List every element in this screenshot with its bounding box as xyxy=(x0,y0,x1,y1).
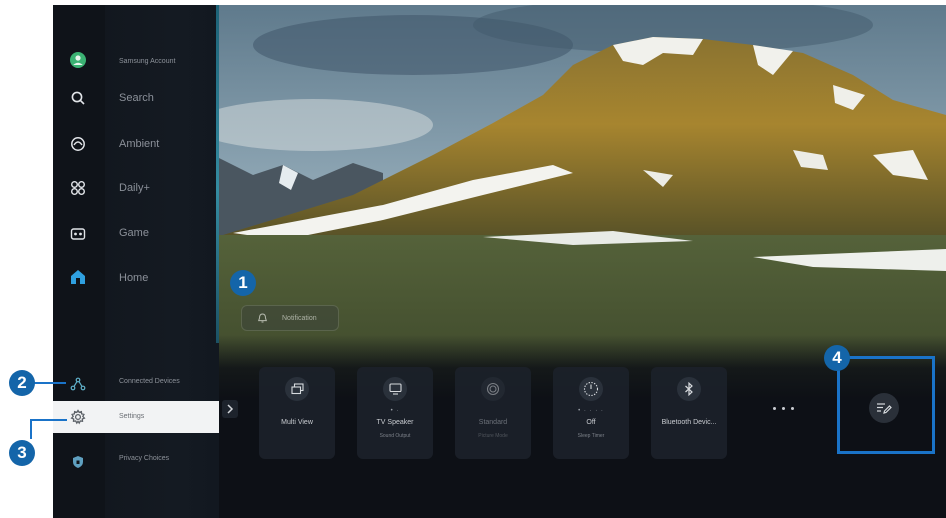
sleep-timer-sub: Sleep Timer xyxy=(577,433,605,439)
notification-button[interactable]: Notification xyxy=(241,305,339,331)
quick-setting-multi-view[interactable]: Multi View xyxy=(259,367,335,459)
chevron-right-icon xyxy=(227,404,234,414)
bluetooth-icon xyxy=(677,377,701,401)
callout-3-leader xyxy=(30,419,67,421)
sidebar-item-search[interactable]: Search xyxy=(119,92,154,104)
sidebar-item-samsung-account[interactable]: Samsung Account xyxy=(119,58,175,65)
callout-1: 1 xyxy=(230,270,256,296)
quick-setting-sleep-timer[interactable]: • · · · · Off Sleep Timer xyxy=(553,367,629,459)
home-icon[interactable] xyxy=(67,266,89,288)
sound-output-sub: Sound Output xyxy=(379,433,411,439)
sidebar-item-game[interactable]: Game xyxy=(119,227,149,239)
tv-screen: Samsung Account Search Ambient Daily+ Ga… xyxy=(53,5,946,518)
settings-gear-icon xyxy=(67,406,89,428)
callout-3: 3 xyxy=(9,440,35,466)
picture-mode-icon xyxy=(481,377,505,401)
sidebar-item-daily-plus[interactable]: Daily+ xyxy=(119,182,150,194)
daily-plus-icon[interactable] xyxy=(67,177,89,199)
sidebar-item-settings-label: Settings xyxy=(119,413,145,420)
sleep-timer-dots: • · · · · xyxy=(578,408,604,414)
picture-mode-label: Standard xyxy=(478,419,508,426)
sidebar: Samsung Account Search Ambient Daily+ Ga… xyxy=(53,5,219,518)
more-options-button[interactable] xyxy=(765,400,801,416)
multi-view-dots xyxy=(259,408,335,414)
callout-2: 2 xyxy=(9,370,35,396)
tv-speaker-icon xyxy=(383,377,407,401)
more-dot xyxy=(790,406,794,410)
sidebar-item-home[interactable]: Home xyxy=(119,272,148,284)
account-avatar-icon[interactable] xyxy=(67,49,89,71)
multi-view-label: Multi View xyxy=(281,419,313,426)
sidebar-item-ambient[interactable]: Ambient xyxy=(119,138,159,150)
privacy-shield-icon[interactable] xyxy=(67,451,89,473)
sidebar-item-settings[interactable]: Settings xyxy=(53,401,219,433)
sleep-timer-icon xyxy=(579,377,603,401)
picture-mode-sub: Picture Mode xyxy=(478,433,508,439)
bluetooth-label: Bluetooth Devic... xyxy=(661,419,717,426)
quick-panel-left-arrow[interactable] xyxy=(222,400,238,418)
notification-label: Notification xyxy=(282,314,317,322)
sound-output-dots: • · xyxy=(390,408,400,414)
quick-setting-sound-output[interactable]: • · TV Speaker Sound Output xyxy=(357,367,433,459)
callout-4: 4 xyxy=(824,345,850,371)
search-icon[interactable] xyxy=(67,87,89,109)
sleep-timer-label: Off xyxy=(586,419,596,426)
quick-setting-picture-mode[interactable]: Standard Picture Mode xyxy=(455,367,531,459)
callout-3-leader-vertical xyxy=(30,419,32,439)
more-dot xyxy=(781,406,785,410)
picture-mode-dots xyxy=(455,408,531,414)
callout-2-leader xyxy=(30,382,66,384)
sidebar-focus-edge xyxy=(216,5,219,343)
game-icon[interactable] xyxy=(67,223,89,245)
bluetooth-dots xyxy=(651,408,727,414)
sidebar-icon-rail xyxy=(53,5,105,518)
more-dot xyxy=(772,406,776,410)
sidebar-item-connected-devices[interactable]: Connected Devices xyxy=(119,378,180,385)
sidebar-item-privacy-choices[interactable]: Privacy Choices xyxy=(119,455,169,462)
connected-devices-icon[interactable] xyxy=(67,373,89,395)
bell-icon xyxy=(258,313,268,323)
sound-output-label: TV Speaker xyxy=(376,419,414,426)
ambient-icon[interactable] xyxy=(67,133,89,155)
multi-view-icon xyxy=(285,377,309,401)
edit-button-highlight xyxy=(837,356,935,454)
quick-setting-bluetooth[interactable]: Bluetooth Devic... xyxy=(651,367,727,459)
